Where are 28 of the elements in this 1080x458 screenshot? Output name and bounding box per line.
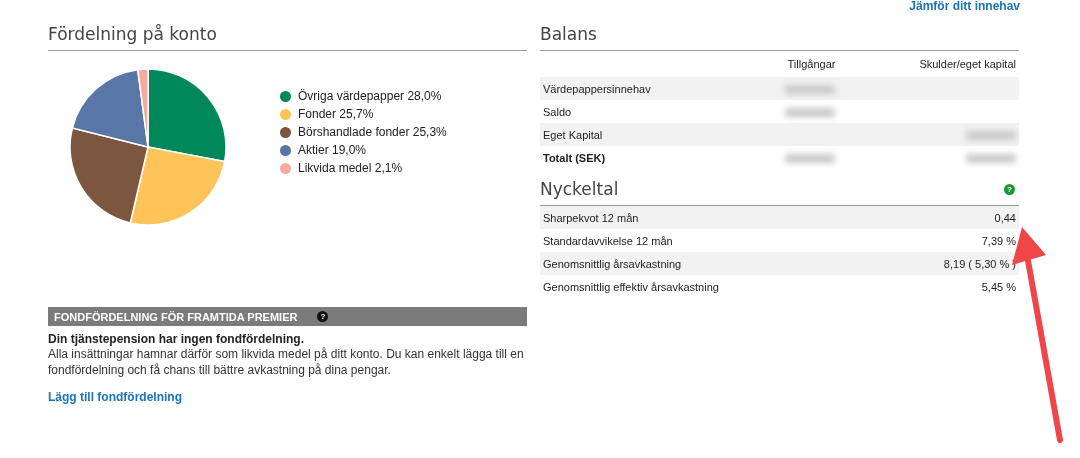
row-value: 5,45 %: [875, 275, 1019, 298]
add-fund-allocation-link[interactable]: Lägg till fondfördelning: [48, 390, 182, 404]
row-label: Genomsnittlig årsavkastning: [540, 252, 876, 275]
section-title: Nyckeltal: [540, 179, 619, 199]
legend-label: Aktier 19,0%: [298, 143, 367, 157]
row-label: Saldo: [540, 100, 740, 123]
help-icon[interactable]: ?: [1004, 183, 1015, 195]
row-value: 7,39 %: [875, 229, 1019, 252]
help-icon[interactable]: ?: [317, 311, 329, 322]
row-label: Standardavvikelse 12 mån: [540, 229, 876, 252]
column-header: Tillgångar: [739, 51, 839, 77]
row-label: Sharpekvot 12 mån: [540, 206, 876, 229]
row-label: Totalt (SEK): [540, 146, 740, 169]
notice-heading: Din tjänstepension har ingen fondfördelning.: [48, 332, 305, 346]
legend-label: Fonder 25,7%: [298, 107, 374, 121]
column-header: Skulder/eget kapital: [838, 51, 1019, 77]
notice-text: Alla insättningar hamnar därför som likvida medel på ditt konto. Du kan enkelt lägga till en fondfördelning och få chans till bättre avkastning på dina pengar.: [48, 346, 525, 378]
row-label: Eget Kapital: [540, 123, 740, 146]
section-title: Balans: [540, 24, 1019, 51]
legend-label: Övriga värdepapper 28,0%: [298, 89, 442, 103]
section-header: FONDFÖRDELNING FÖR FRAMTIDA PREMIER: [54, 310, 298, 323]
legend-label: Likvida medel 2,1%: [298, 161, 403, 175]
row-label: Genomsnittlig effektiv årsavkastning: [540, 275, 876, 298]
section-title: Fördelning på konto: [48, 24, 527, 51]
legend-label: Börshandlade fonder 25,3%: [298, 125, 447, 139]
row-label: Värdepappersinnehav: [540, 77, 740, 100]
row-value: 0,44: [875, 206, 1019, 229]
compare-holdings-link[interactable]: Jämför ditt innehav: [909, 0, 1020, 14]
